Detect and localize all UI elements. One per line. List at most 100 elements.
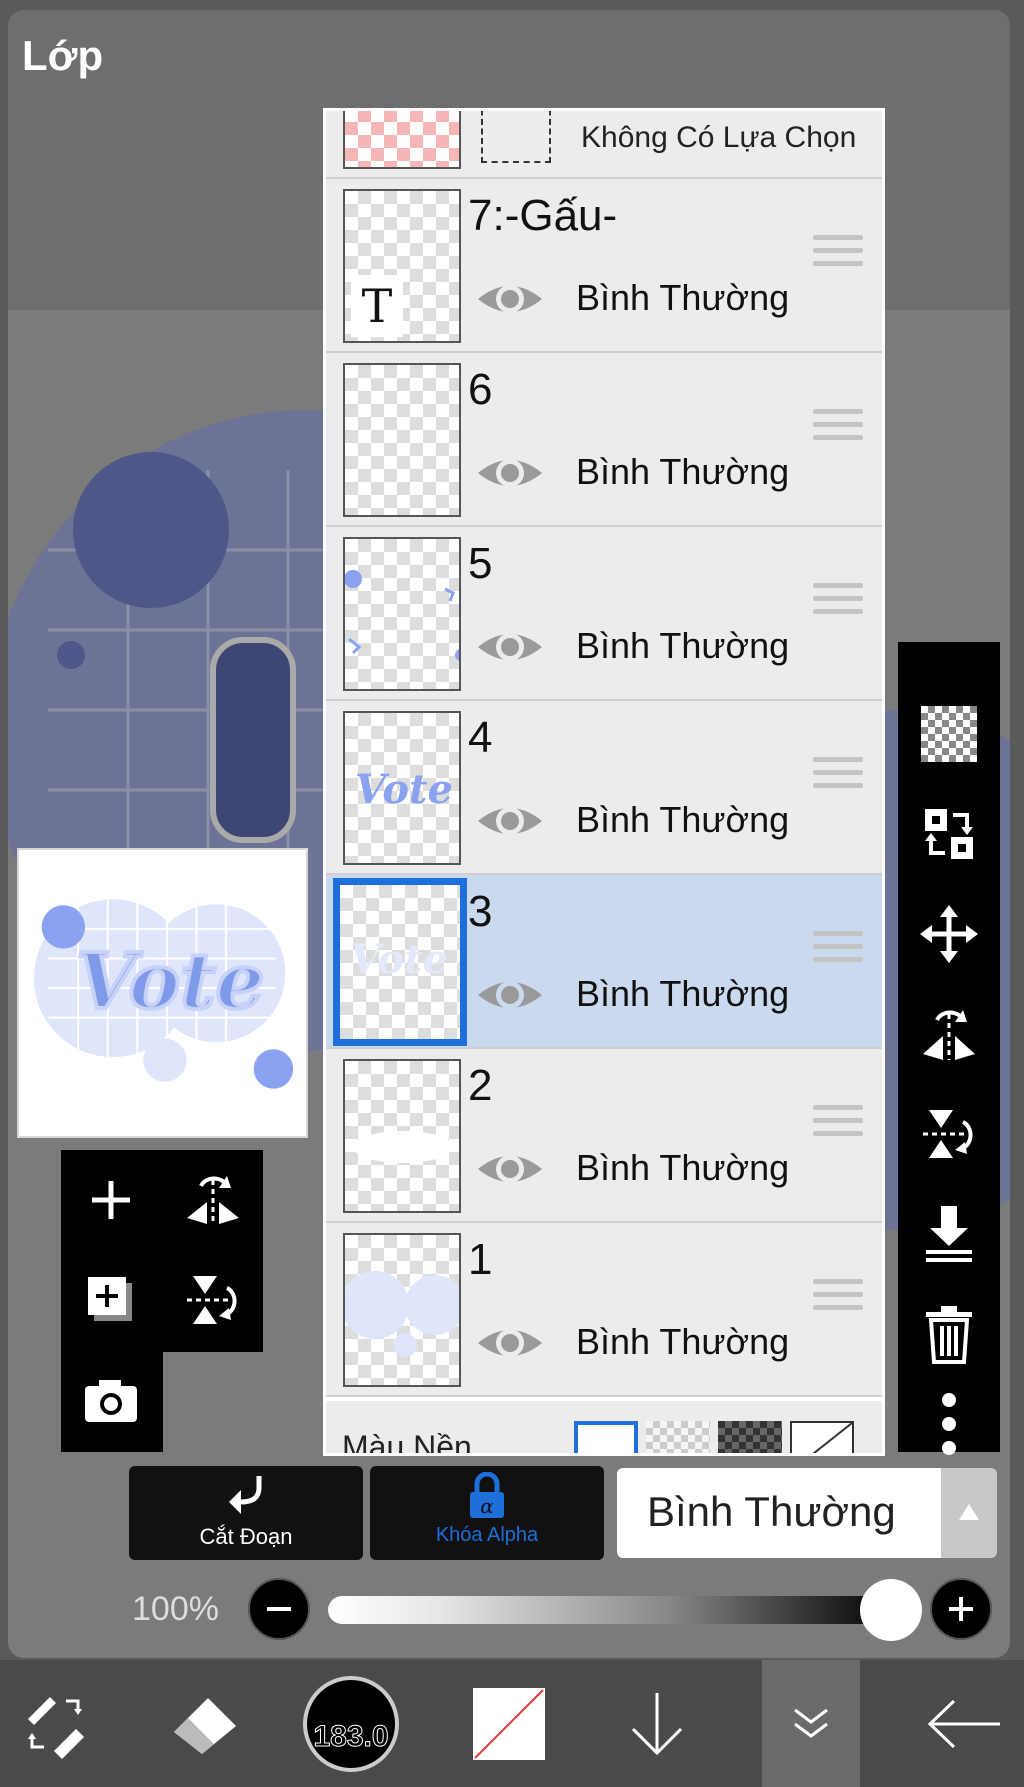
minus-icon: [267, 1607, 291, 1611]
layer-blend-mode: Bình Thường: [576, 277, 790, 318]
layer-thumbnail: [343, 1233, 461, 1387]
layer-art-preview: Vote: [350, 936, 448, 983]
drag-handle-icon[interactable]: [813, 1279, 863, 1318]
brush-size-value: 183.0: [313, 1720, 389, 1754]
layer-thumbnail: [343, 363, 461, 517]
layer-name: 7:-Gấu-: [468, 191, 618, 240]
layer-name: 3: [468, 887, 493, 936]
drag-handle-icon[interactable]: [813, 583, 863, 622]
layer-row-1[interactable]: 1 Bình Thường: [326, 1223, 882, 1397]
move-down-button[interactable]: [612, 1660, 702, 1787]
merge-down-icon: [926, 1206, 972, 1262]
camera-button[interactable]: [61, 1350, 161, 1450]
bg-white-option[interactable]: [574, 1421, 638, 1453]
transparent-fill-button[interactable]: [898, 684, 1000, 784]
layer-art-preview: [353, 1131, 453, 1163]
clipping-button[interactable]: Cắt Đoạn: [129, 1466, 363, 1560]
eye-icon[interactable]: [476, 799, 544, 843]
flip-vertical-button[interactable]: [163, 1250, 263, 1350]
layer-row-3[interactable]: Vote 3 Bình Thường: [326, 875, 882, 1049]
background-color-row: Màu Nền: [326, 1401, 882, 1456]
eye-icon[interactable]: [476, 973, 544, 1017]
svg-text:α: α: [480, 1494, 494, 1518]
eraser-tool-button[interactable]: [160, 1660, 250, 1787]
blend-mode-select[interactable]: Bình Thường: [617, 1468, 941, 1558]
eye-icon[interactable]: [476, 1321, 544, 1365]
eye-icon[interactable]: [476, 1147, 544, 1191]
plus-icon: [92, 1181, 130, 1219]
layer-thumbnail: Vote: [333, 878, 467, 1046]
layer-row-5[interactable]: 5 Bình Thường: [326, 527, 882, 701]
bg-transparent-dark-option[interactable]: [718, 1421, 782, 1453]
layer-blend-mode: Bình Thường: [576, 625, 790, 666]
drag-handle-icon[interactable]: [813, 757, 863, 796]
delete-layer-button[interactable]: [898, 1284, 1000, 1384]
opacity-slider-knob[interactable]: [860, 1579, 922, 1641]
swap-icon: [925, 809, 973, 859]
layer-art-preview: [345, 570, 459, 661]
bg-none-option[interactable]: [790, 1421, 854, 1456]
eye-icon[interactable]: [476, 451, 544, 495]
alpha-lock-button[interactable]: α Khóa Alpha: [370, 1466, 604, 1560]
svg-text:Vote: Vote: [350, 936, 448, 983]
canvas-preview[interactable]: Vote: [17, 848, 308, 1138]
panel-title: Lớp: [22, 32, 104, 79]
layer-menu-button[interactable]: [766, 1660, 856, 1787]
flip-layer-vertical-button[interactable]: [898, 1084, 1000, 1184]
layer-blend-mode: Bình Thường: [576, 1147, 790, 1188]
flip-layer-horizontal-button[interactable]: [898, 984, 1000, 1084]
add-copy-icon: [88, 1277, 132, 1321]
selection-layer-row[interactable]: Không Có Lựa Chọn: [326, 111, 882, 179]
eye-icon[interactable]: [476, 625, 544, 669]
merge-down-button[interactable]: [898, 1184, 1000, 1284]
swap-layer-button[interactable]: [898, 784, 1000, 884]
flip-horizontal-button[interactable]: [163, 1150, 263, 1250]
bg-transparent-light-option[interactable]: [646, 1421, 710, 1453]
blend-mode-dropdown-button[interactable]: [941, 1468, 997, 1558]
chevron-double-down-icon: [794, 1708, 828, 1738]
layer-art-preview: Vote: [355, 766, 453, 813]
more-options-button[interactable]: [898, 1374, 1000, 1474]
flip-horizontal-icon: [187, 1176, 239, 1224]
flip-vertical-icon: [923, 1110, 973, 1158]
triangle-up-icon: [959, 1504, 979, 1520]
move-button[interactable]: [898, 884, 1000, 984]
opacity-decrease-button[interactable]: [248, 1578, 310, 1640]
layer-row-2[interactable]: 2 Bình Thường: [326, 1049, 882, 1223]
opacity-slider[interactable]: [328, 1596, 894, 1624]
text-layer-icon: T: [351, 275, 403, 337]
color-swatch-icon: [473, 1687, 545, 1760]
layer-row-4[interactable]: Vote 4 Bình Thường: [326, 701, 882, 875]
add-layer-copy-button[interactable]: [61, 1250, 161, 1350]
layer-row-7[interactable]: T 7:-Gấu- Bình Thường: [326, 179, 882, 353]
blend-mode-value: Bình Thường: [647, 1488, 896, 1535]
layer-thumbnail: [343, 1059, 461, 1213]
move-icon: [920, 905, 978, 963]
flip-vertical-icon: [187, 1276, 237, 1324]
checker-icon: [921, 706, 977, 762]
layer-name: 2: [468, 1061, 493, 1110]
swap-tool-button[interactable]: [10, 1660, 100, 1787]
opacity-increase-button[interactable]: [930, 1578, 992, 1640]
layer-name: 5: [468, 539, 493, 588]
layer-row-6[interactable]: 6 Bình Thường: [326, 353, 882, 527]
layer-name: 4: [468, 713, 493, 762]
color-button[interactable]: [464, 1660, 554, 1787]
arrow-down-icon: [631, 1692, 683, 1755]
drag-handle-icon[interactable]: [813, 235, 863, 274]
add-layer-button[interactable]: [61, 1150, 161, 1250]
eraser-icon: [174, 1697, 236, 1754]
arrow-left-icon: [927, 1699, 1000, 1748]
drag-handle-icon[interactable]: [813, 1105, 863, 1144]
selection-thumbnail: [343, 111, 461, 169]
layer-list[interactable]: Không Có Lựa Chọn T 7:-Gấu- Bình Thường …: [323, 108, 885, 1456]
drag-handle-icon[interactable]: [813, 931, 863, 970]
layer-blend-mode: Bình Thường: [576, 973, 790, 1014]
drag-handle-icon[interactable]: [813, 409, 863, 448]
layer-blend-mode: Bình Thường: [576, 1321, 790, 1362]
layer-thumbnail: T: [343, 189, 461, 343]
background-color-label: Màu Nền: [342, 1429, 472, 1456]
eye-icon[interactable]: [476, 277, 544, 321]
back-button[interactable]: [914, 1660, 1014, 1787]
more-vertical-icon: [942, 1393, 956, 1455]
